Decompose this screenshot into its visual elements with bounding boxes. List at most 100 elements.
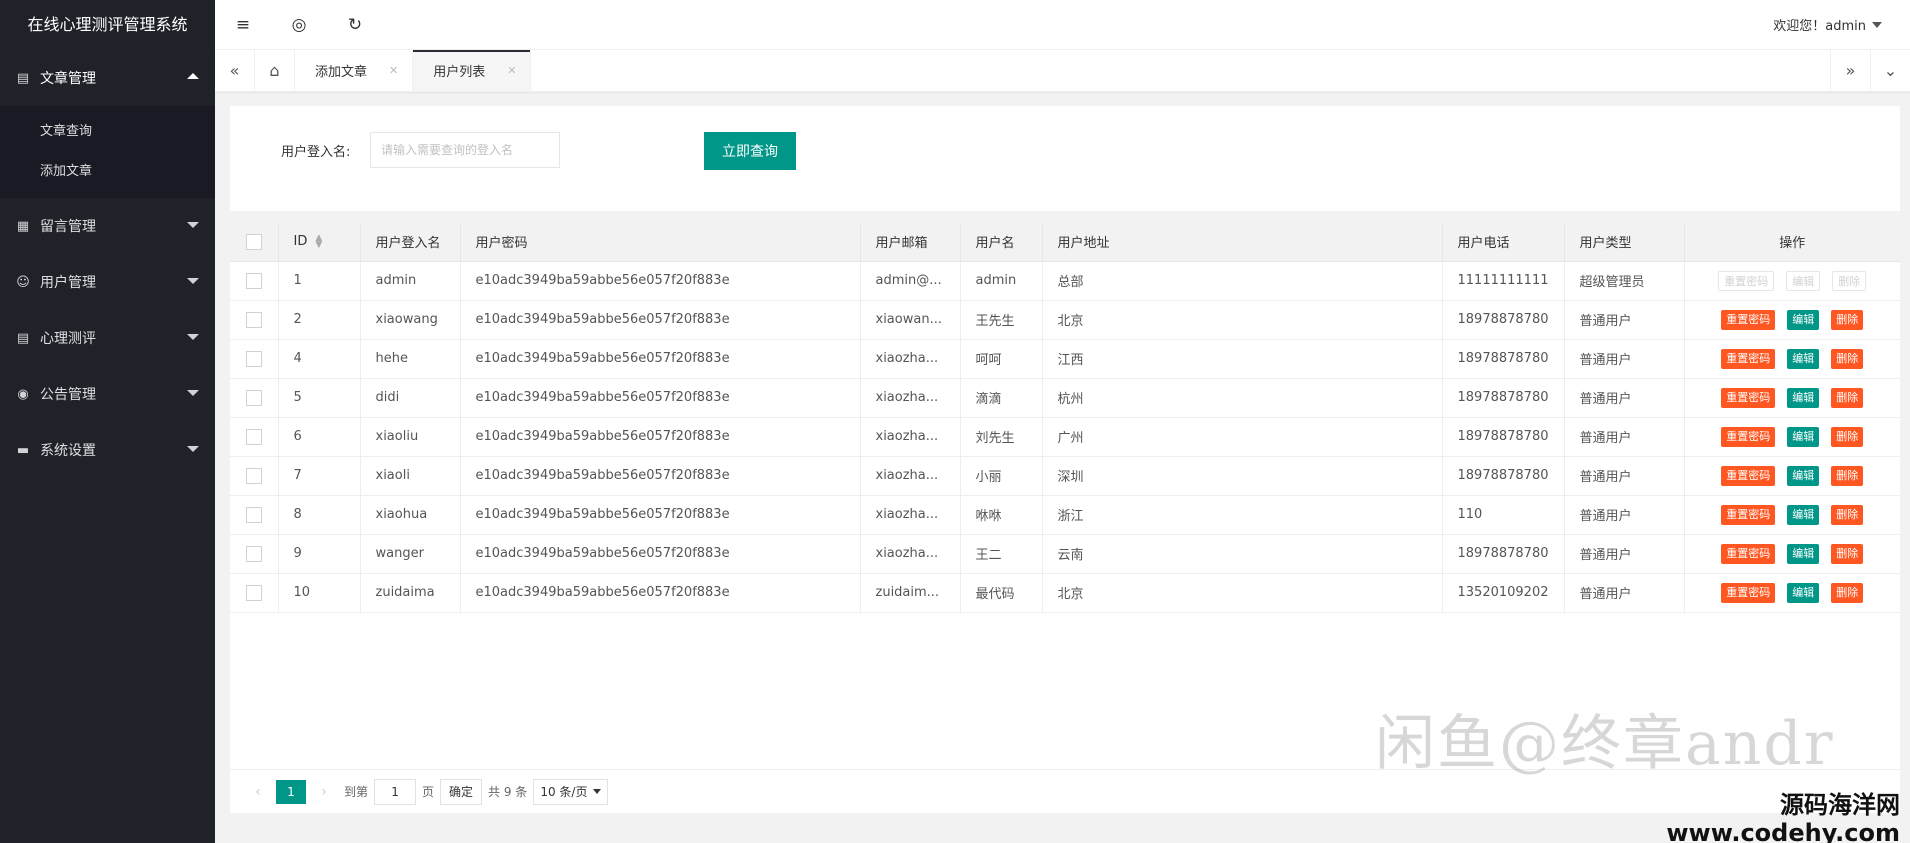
- home-icon[interactable]: ⌂: [255, 50, 295, 91]
- reset-password-button[interactable]: 重置密码: [1721, 465, 1776, 486]
- col-id[interactable]: ID ▲ ▼: [278, 223, 361, 262]
- next-page-icon[interactable]: ›: [310, 784, 338, 800]
- edit-button[interactable]: 编辑: [1787, 309, 1820, 330]
- table-row: 4 hehe e10adc3949ba59abbe56e057f20f883e xia…: [230, 339, 1900, 379]
- tab-bar: « ⌂ 添加文章 ✕ 用户列表 ✕ » ⌄: [215, 50, 1910, 92]
- row-checkbox[interactable]: [245, 350, 262, 367]
- prev-page-icon[interactable]: ‹: [244, 784, 272, 800]
- edit-button[interactable]: 编辑: [1787, 543, 1820, 564]
- chevron-down-icon: [187, 390, 199, 396]
- tabs-scroll-right-icon[interactable]: »: [1830, 50, 1870, 91]
- cell-addr: 北京: [1042, 300, 1443, 340]
- cell-type: 普通用户: [1564, 417, 1685, 457]
- tabs-menu-chevron-down-icon[interactable]: ⌄: [1870, 50, 1910, 91]
- cell-login: xiaoli: [360, 456, 461, 496]
- cell-id: 6: [278, 417, 361, 457]
- table-row: 5 didi e10adc3949ba59abbe56e057f20f883e xia…: [230, 378, 1900, 418]
- chevron-down-icon: [187, 222, 199, 228]
- cell-id: 9: [278, 534, 361, 574]
- tabs-scroll-left-icon[interactable]: «: [215, 50, 255, 91]
- cell-addr: 江西: [1042, 339, 1443, 379]
- cell-pwd: e10adc3949ba59abbe56e057f20f883e: [460, 339, 861, 379]
- reset-password-button[interactable]: 重置密码: [1721, 582, 1776, 603]
- close-icon[interactable]: ✕: [507, 64, 516, 77]
- page-size-select[interactable]: 10 条/页: [533, 778, 609, 805]
- tab-user-list[interactable]: 用户列表 ✕: [413, 50, 532, 91]
- row-checkbox[interactable]: [245, 506, 262, 523]
- delete-button[interactable]: 删除: [1831, 504, 1864, 525]
- edit-button[interactable]: 编辑: [1787, 504, 1820, 525]
- table-body: 1 admin e10adc3949ba59abbe56e057f20f883e ad…: [230, 261, 1900, 613]
- cell-id: 8: [278, 495, 361, 535]
- row-checkbox[interactable]: [245, 584, 262, 601]
- edit-button[interactable]: 编辑: [1787, 465, 1820, 486]
- delete-button[interactable]: 删除: [1831, 582, 1864, 603]
- edit-button[interactable]: 编辑: [1787, 426, 1820, 447]
- sidebar: 在线心理测评管理系统 ▤ 文章管理 文章查询 添加文章 ▦ 留言管理 ☺ 用户管…: [0, 0, 215, 843]
- sidebar-item-messages[interactable]: ▦ 留言管理: [0, 198, 215, 254]
- current-page[interactable]: 1: [276, 779, 306, 804]
- sidebar-item-assessment[interactable]: ▤ 心理测评: [0, 310, 215, 366]
- cell-addr: 杭州: [1042, 378, 1443, 418]
- col-actions: 操作: [1684, 223, 1900, 262]
- cell-login: xiaowang: [360, 300, 461, 340]
- cell-type: 普通用户: [1564, 339, 1685, 379]
- reset-password-button[interactable]: 重置密码: [1721, 387, 1776, 408]
- close-icon[interactable]: ✕: [389, 64, 398, 77]
- delete-button[interactable]: 删除: [1831, 348, 1864, 369]
- user-menu[interactable]: 欢迎您！admin: [1773, 15, 1910, 34]
- reset-password-button[interactable]: 重置密码: [1718, 270, 1775, 291]
- sidebar-item-settings[interactable]: ▬ 系统设置: [0, 422, 215, 478]
- row-checkbox[interactable]: [245, 389, 262, 406]
- search-button[interactable]: 立即查询: [704, 132, 796, 170]
- sidebar-item-announcements[interactable]: ◉ 公告管理: [0, 366, 215, 422]
- cell-id: 10: [278, 573, 361, 613]
- delete-button[interactable]: 删除: [1831, 387, 1864, 408]
- menu-toggle-icon[interactable]: ≡: [215, 0, 271, 50]
- reset-password-button[interactable]: 重置密码: [1721, 348, 1776, 369]
- row-checkbox[interactable]: [245, 272, 262, 289]
- delete-button[interactable]: 删除: [1831, 426, 1864, 447]
- watermark-site-url: www.codehy.com: [1666, 819, 1900, 843]
- goto-confirm-button[interactable]: 确定: [440, 778, 483, 805]
- cell-type: 普通用户: [1564, 495, 1685, 535]
- goto-page-input[interactable]: [374, 778, 417, 805]
- cell-pwd: e10adc3949ba59abbe56e057f20f883e: [460, 300, 861, 340]
- tab-add-article[interactable]: 添加文章 ✕: [295, 50, 414, 91]
- delete-button[interactable]: 删除: [1831, 465, 1864, 486]
- reset-password-button[interactable]: 重置密码: [1721, 543, 1776, 564]
- sidebar-item-users[interactable]: ☺ 用户管理: [0, 254, 215, 310]
- sidebar-item-label: 系统设置: [40, 443, 96, 459]
- reset-password-button[interactable]: 重置密码: [1721, 504, 1776, 525]
- refresh-icon[interactable]: ↻: [327, 0, 383, 50]
- delete-button[interactable]: 删除: [1832, 270, 1867, 291]
- cell-name: 最代码: [960, 573, 1043, 613]
- row-select-cell: [230, 378, 279, 418]
- cell-name: 王二: [960, 534, 1043, 574]
- sidebar-item-articles[interactable]: ▤ 文章管理: [0, 50, 215, 106]
- edit-button[interactable]: 编辑: [1787, 387, 1820, 408]
- login-name-search-input[interactable]: [370, 132, 560, 168]
- sidebar-subitem-article-query[interactable]: 文章查询: [0, 112, 215, 152]
- row-select-cell: [230, 300, 279, 340]
- select-all-checkbox[interactable]: [245, 233, 262, 250]
- delete-button[interactable]: 删除: [1831, 309, 1864, 330]
- edit-button[interactable]: 编辑: [1787, 348, 1820, 369]
- sidebar-subitem-add-article[interactable]: 添加文章: [0, 152, 215, 192]
- cell-actions: 重置密码 编辑 删除: [1684, 300, 1900, 340]
- row-checkbox[interactable]: [245, 545, 262, 562]
- globe-icon[interactable]: ◎: [271, 0, 327, 50]
- reset-password-button[interactable]: 重置密码: [1721, 309, 1776, 330]
- tab-controls-right: » ⌄: [1830, 50, 1910, 91]
- row-checkbox[interactable]: [245, 311, 262, 328]
- row-checkbox[interactable]: [245, 428, 262, 445]
- edit-button[interactable]: 编辑: [1786, 270, 1821, 291]
- edit-button[interactable]: 编辑: [1787, 582, 1820, 603]
- user-table: ID ▲ ▼ 用户登入名 用户密码 用户邮箱 用户名 用户地址 用户电话 用户类型 …: [230, 223, 1900, 613]
- cell-phone: 110: [1442, 495, 1565, 535]
- cell-name: 小丽: [960, 456, 1043, 496]
- sort-icon[interactable]: ▲ ▼: [315, 233, 322, 249]
- reset-password-button[interactable]: 重置密码: [1721, 426, 1776, 447]
- row-checkbox[interactable]: [245, 467, 262, 484]
- delete-button[interactable]: 删除: [1831, 543, 1864, 564]
